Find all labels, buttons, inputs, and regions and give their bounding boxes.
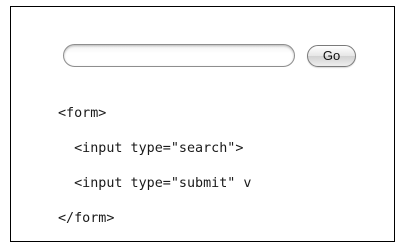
code-line-input-submit: <input type="submit" v <box>58 176 252 191</box>
code-line-form-close: </form> <box>58 211 115 226</box>
code-listing: <form> <input type="search"> <input type… <box>58 104 252 241</box>
search-input[interactable] <box>63 44 295 67</box>
example-frame: Go <form> <input type="search"> <input t… <box>10 6 395 242</box>
go-button[interactable]: Go <box>307 44 356 67</box>
code-line-input-search: <input type="search"> <box>58 141 244 156</box>
code-line-form-open: <form> <box>58 106 107 121</box>
search-form: Go <box>63 44 356 67</box>
